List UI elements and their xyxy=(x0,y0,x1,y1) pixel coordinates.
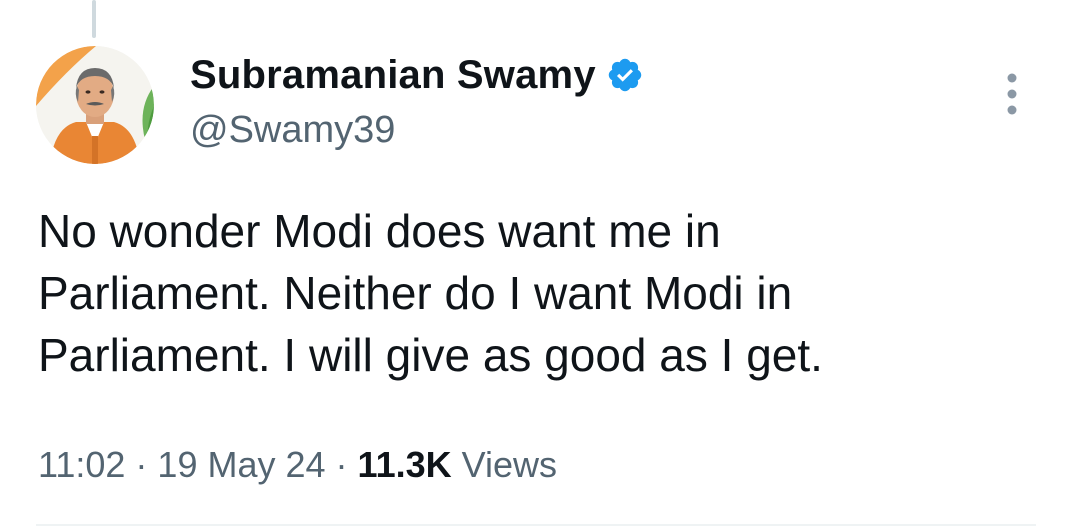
views-label: Views xyxy=(461,444,558,485)
tweet-text-line: Parliament. I will give as good as I get… xyxy=(38,329,823,381)
tweet-text-line: No wonder Modi does want me in xyxy=(38,205,721,257)
tweet-date[interactable]: 19 May 24 xyxy=(157,444,325,485)
tweet-text-line: Parliament. Neither do I want Modi in xyxy=(38,267,793,319)
divider xyxy=(36,524,1036,526)
more-options-icon xyxy=(1007,73,1017,115)
avatar[interactable] xyxy=(36,46,154,164)
tweet-text: No wonder Modi does want me in Parliamen… xyxy=(38,200,1038,386)
tweet-meta: 11:02 · 19 May 24 · 11.3K Views xyxy=(38,440,557,490)
author-name-row: Subramanian Swamy xyxy=(190,52,644,98)
more-options-button[interactable] xyxy=(994,68,1030,120)
author-display-name[interactable]: Subramanian Swamy xyxy=(190,52,596,98)
views-count[interactable]: 11.3K xyxy=(358,444,452,485)
author-handle[interactable]: @Swamy39 xyxy=(190,108,395,152)
tweet-time[interactable]: 11:02 xyxy=(38,444,125,485)
thread-connector-line xyxy=(92,0,96,38)
verified-badge-icon[interactable] xyxy=(606,56,644,94)
meta-separator: · xyxy=(125,444,158,485)
profile-photo-icon xyxy=(36,46,154,164)
meta-separator: · xyxy=(325,444,358,485)
